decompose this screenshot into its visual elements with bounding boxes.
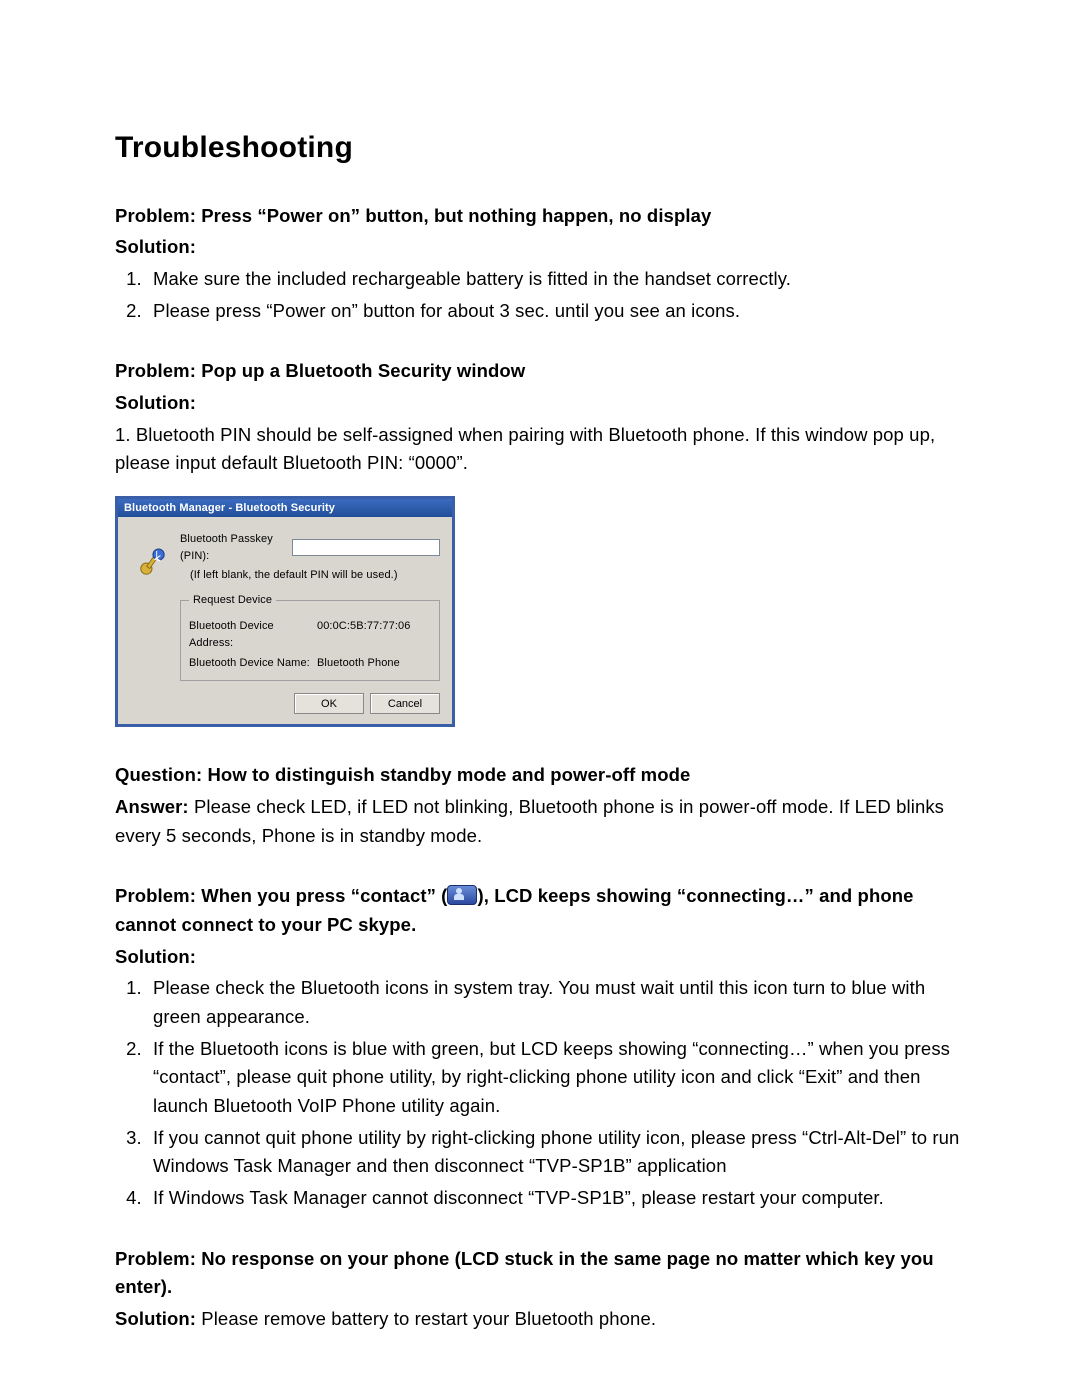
bluetooth-security-dialog: Bluetooth Manager - Bluetooth Security [115,496,965,727]
bluetooth-key-icon [136,547,168,579]
pin-hint: (If left blank, the default PIN will be … [180,567,440,584]
solution-list: Please check the Bluetooth icons in syst… [115,974,965,1212]
pin-label: Bluetooth Passkey (PIN): [180,531,292,565]
problem-no-response: Problem: No response on your phone (LCD … [115,1245,965,1334]
problem-text: Pop up a Bluetooth Security window [196,360,525,381]
label-answer: Answer: [115,796,189,817]
name-label: Bluetooth Device Name: [189,655,317,672]
label-question: Question: [115,764,202,785]
list-item: If Windows Task Manager cannot disconnec… [147,1184,965,1213]
solution-text: Please remove battery to restart your Bl… [196,1308,656,1329]
label-problem: Problem: [115,360,196,381]
problem-text: No response on your phone (LCD stuck in … [115,1248,934,1298]
label-solution: Solution: [115,389,965,418]
answer-text: Please check LED, if LED not blinking, B… [115,796,944,846]
ok-button[interactable]: OK [294,693,364,714]
page-title: Troubleshooting [115,125,965,172]
addr-label: Bluetooth Device Address: [189,618,317,652]
question-standby-vs-off: Question: How to distinguish standby mod… [115,761,965,850]
question-text: How to distinguish standby mode and powe… [202,764,690,785]
label-solution: Solution: [115,1308,196,1329]
group-legend: Request Device [189,592,276,609]
document-page: Troubleshooting Problem: Press “Power on… [0,0,1080,1397]
list-item: Please check the Bluetooth icons in syst… [147,974,965,1031]
label-problem: Problem: [115,885,196,906]
solution-body: 1. Bluetooth PIN should be self-assigned… [115,421,965,478]
list-item: Make sure the included rechargeable batt… [147,265,965,294]
problem-text: Press “Power on” button, but nothing hap… [196,205,711,226]
problem-text-pre: When you press “contact” ( [196,885,447,906]
label-problem: Problem: [115,1248,196,1269]
problem-bt-security: Problem: Pop up a Bluetooth Security win… [115,357,965,727]
list-item: If the Bluetooth icons is blue with gree… [147,1035,965,1121]
list-item: Please press “Power on” button for about… [147,297,965,326]
solution-list: Make sure the included rechargeable batt… [115,265,965,325]
request-device-group: Request Device Bluetooth Device Address:… [180,592,440,681]
name-value: Bluetooth Phone [317,655,400,672]
problem-contact-connecting: Problem: When you press “contact” (), LC… [115,882,965,1212]
contact-icon [447,885,477,905]
cancel-button[interactable]: Cancel [370,693,440,714]
label-solution: Solution: [115,943,965,972]
pin-input[interactable] [292,539,440,556]
addr-value: 00:0C:5B:77:77:06 [317,618,410,652]
list-item: If you cannot quit phone utility by righ… [147,1124,965,1181]
label-solution: Solution: [115,233,965,262]
dialog-titlebar: Bluetooth Manager - Bluetooth Security [118,499,452,517]
label-problem: Problem: [115,205,196,226]
problem-power-on: Problem: Press “Power on” button, but no… [115,202,965,326]
